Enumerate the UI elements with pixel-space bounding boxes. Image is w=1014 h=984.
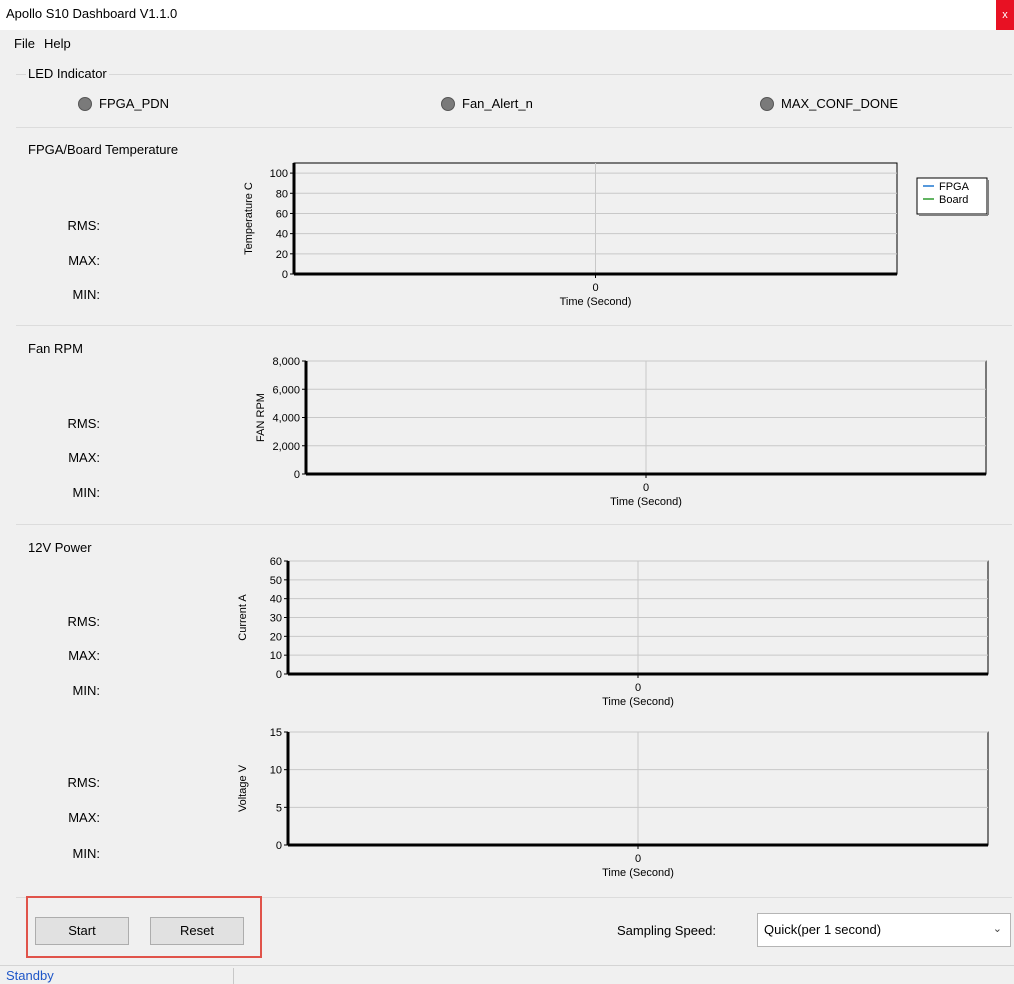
led-label: FPGA_PDN: [99, 96, 170, 111]
temperature-title: FPGA/Board Temperature: [26, 142, 181, 157]
close-button[interactable]: x: [996, 0, 1014, 30]
led-indicator-group: [16, 74, 1012, 75]
fan-rms-label: RMS:: [67, 416, 101, 431]
led-indicator-title: LED Indicator: [26, 66, 109, 81]
power-title: 12V Power: [26, 540, 94, 555]
temp-max-label: MAX:: [68, 253, 100, 268]
menu-file[interactable]: File: [14, 36, 35, 51]
y-axis-label: Voltage V: [237, 764, 249, 812]
temp-rms-label: RMS:: [67, 218, 101, 233]
x-axis-label: Time (Second): [610, 496, 682, 508]
y-tick-label: 0: [294, 469, 300, 481]
y-tick-label: 30: [270, 613, 282, 625]
y-tick-label: 5: [276, 802, 282, 814]
y-tick-label: 4,000: [272, 413, 300, 425]
y-tick-label: 0: [276, 669, 282, 681]
voltage-rms-label: RMS:: [67, 775, 101, 790]
legend-label-board: Board: [939, 194, 968, 206]
y-tick-label: 100: [270, 168, 288, 180]
x-tick-label: 0: [643, 482, 649, 494]
x-axis-label: Time (Second): [560, 296, 632, 308]
current-chart: 0 10 20 30 40 50 60 0 Time (Second) Current A: [237, 556, 989, 708]
y-tick-label: 15: [270, 727, 282, 739]
current-max-label: MAX:: [68, 648, 100, 663]
separator: [16, 127, 1012, 128]
y-tick-label: 10: [270, 650, 282, 662]
x-axis-label: Time (Second): [602, 867, 674, 879]
y-axis-label: Current A: [237, 594, 249, 641]
y-tick-label: 10: [270, 765, 282, 777]
y-axis-label: FAN RPM: [255, 393, 267, 442]
y-tick-label: 6,000: [272, 384, 300, 396]
y-tick-label: 40: [276, 229, 288, 241]
y-tick-label: 60: [276, 208, 288, 220]
y-tick-label: 2,000: [272, 441, 300, 453]
y-tick-label: 20: [276, 249, 288, 261]
status-bar: Standby: [0, 965, 1014, 984]
temperature-chart: 0 20 40 60 80 100 0 Time (Second) Temperature C F…: [243, 162, 989, 308]
start-button[interactable]: Start: [35, 917, 129, 945]
y-axis-label: Temperature C: [243, 182, 255, 255]
y-tick-label: 20: [270, 631, 282, 643]
y-tick-label: 80: [276, 188, 288, 200]
legend-label-fpga: FPGA: [939, 181, 970, 193]
sampling-speed-value: Quick(per 1 second): [764, 922, 882, 937]
y-tick-label: 40: [270, 594, 282, 606]
led-dot-icon: [78, 96, 92, 111]
x-axis-label: Time (Second): [602, 696, 674, 708]
fan-max-label: MAX:: [68, 450, 100, 465]
led-fan-alert: Fan_Alert_n: [441, 96, 533, 111]
sampling-speed-select[interactable]: Quick(per 1 second) ⌄: [757, 913, 1011, 947]
y-tick-label: 50: [270, 575, 282, 587]
led-dot-icon: [760, 96, 774, 111]
voltage-min-label: MIN:: [72, 846, 100, 861]
led-dot-icon: [441, 96, 455, 111]
y-tick-label: 8,000: [272, 356, 300, 368]
voltage-chart: 0 5 10 15 0 Time (Second) Voltage V: [237, 727, 989, 879]
led-label: MAX_CONF_DONE: [781, 96, 899, 111]
fan-chart: 0 2,000 4,000 6,000 8,000 0 Time (Second) FAN R…: [255, 356, 987, 508]
temp-min-label: MIN:: [72, 287, 100, 302]
menu-help[interactable]: Help: [44, 36, 71, 51]
fan-title: Fan RPM: [26, 341, 85, 356]
menu-bar: File Help: [0, 32, 1014, 54]
sampling-speed-label: Sampling Speed:: [617, 923, 717, 938]
y-tick-label: 0: [282, 269, 288, 281]
current-rms-label: RMS:: [67, 614, 101, 629]
y-tick-label: 60: [270, 556, 282, 568]
current-min-label: MIN:: [72, 683, 100, 698]
x-tick-label: 0: [635, 682, 641, 694]
window-title: Apollo S10 Dashboard V1.1.0: [6, 6, 178, 21]
status-text: Standby: [6, 968, 54, 983]
fan-min-label: MIN:: [72, 485, 100, 500]
voltage-max-label: MAX:: [68, 810, 100, 825]
status-divider: [233, 968, 234, 984]
separator: [16, 325, 1012, 326]
separator: [16, 524, 1012, 525]
reset-button[interactable]: Reset: [150, 917, 244, 945]
chevron-down-icon: ⌄: [992, 923, 1002, 935]
x-tick-label: 0: [635, 853, 641, 865]
title-bar: Apollo S10 Dashboard V1.1.0 x: [0, 0, 1014, 30]
x-tick-label: 0: [592, 282, 598, 294]
y-tick-label: 0: [276, 840, 282, 852]
led-label: Fan_Alert_n: [462, 96, 533, 111]
led-max-conf-done: MAX_CONF_DONE: [760, 96, 898, 111]
led-fpga-pdn: FPGA_PDN: [78, 96, 169, 111]
